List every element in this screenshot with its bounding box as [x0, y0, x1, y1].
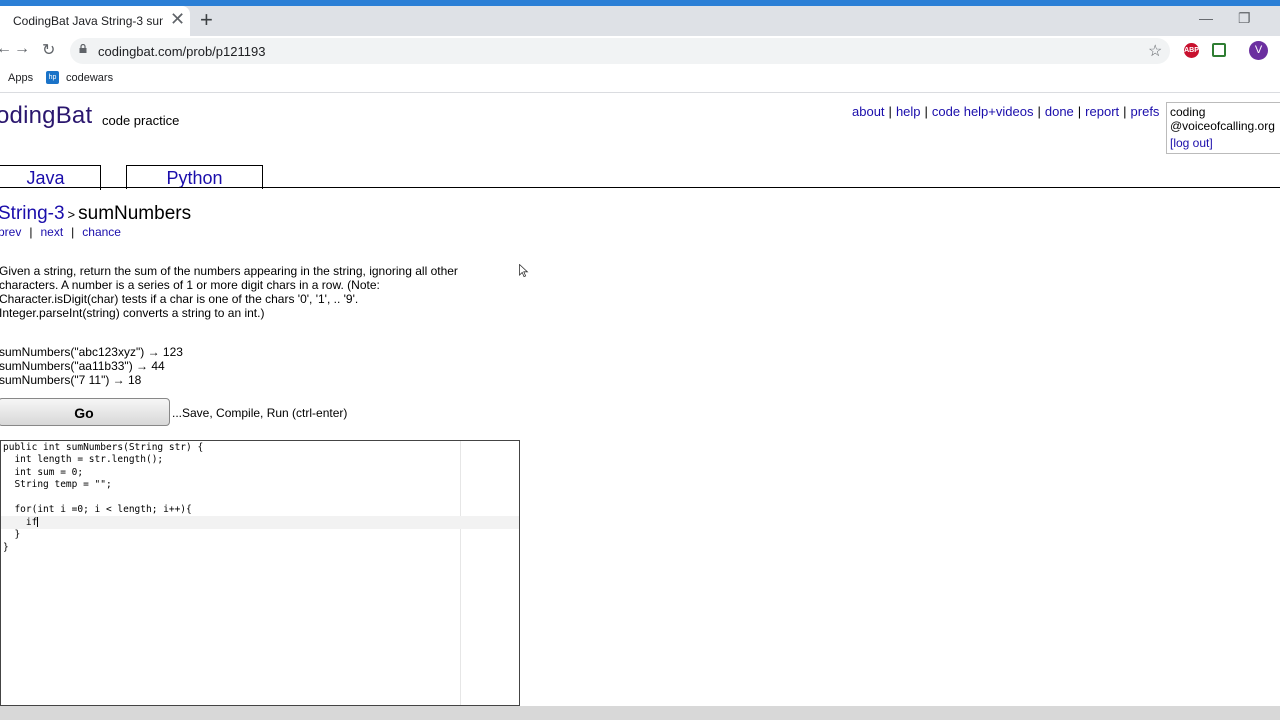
user-name-line1: coding — [1170, 105, 1206, 119]
active-line-highlight — [1, 516, 519, 529]
breadcrumb-category[interactable]: String-3 — [0, 203, 65, 224]
code-line[interactable]: public int sumNumbers(String str) { — [3, 442, 203, 453]
prefs-link[interactable]: prefs — [1131, 104, 1160, 119]
breadcrumb: String-3 > sumNumbers — [0, 203, 191, 225]
top-links: about | help | code help+videos | done | report |… — [852, 104, 1159, 119]
horizontal-scrollbar[interactable] — [0, 706, 1280, 720]
separator: | — [29, 225, 33, 239]
site-logo-subtitle: code practice — [102, 113, 180, 128]
code-line[interactable]: for(int i =0; i < length; i++){ — [3, 504, 191, 515]
separator: | — [924, 104, 928, 119]
done-link[interactable]: done — [1045, 104, 1074, 119]
problem-nav: prev | next | chance — [0, 225, 121, 239]
chance-link[interactable]: chance — [82, 225, 121, 239]
restore-icon[interactable]: ❐ — [1238, 10, 1251, 27]
next-link[interactable]: next — [40, 225, 63, 239]
text-caret — [37, 517, 38, 527]
code-line[interactable]: String temp = ""; — [3, 479, 111, 490]
user-name-line2: @voiceofcalling.org — [1170, 119, 1275, 133]
description-line: Character.isDigit(char) tests if a char … — [0, 292, 359, 306]
problem-description: Given a string, return the sum of the nu… — [0, 264, 509, 320]
tab-strip — [0, 6, 1280, 36]
description-line: characters. A number is a series of 1 or… — [0, 278, 380, 292]
code-help-link[interactable]: code help+videos — [932, 104, 1034, 119]
example-line: sumNumbers("abc123xyz") → 123 — [0, 345, 183, 359]
description-line: Given a string, return the sum of the nu… — [0, 264, 458, 278]
site-logo[interactable]: odingBat — [0, 102, 92, 130]
bookmark-apps[interactable]: Apps — [8, 72, 33, 84]
code-line[interactable]: int sum = 0; — [3, 467, 83, 478]
bookmark-codewars[interactable]: codewars — [66, 72, 113, 84]
avatar[interactable]: V — [1249, 41, 1268, 60]
back-arrow-icon[interactable]: ← — [0, 40, 12, 58]
code-line[interactable]: } — [3, 529, 20, 540]
prev-link[interactable]: prev — [0, 225, 21, 239]
logout-link[interactable]: [log out] — [1170, 136, 1213, 150]
breadcrumb-separator: > — [67, 207, 76, 222]
example-line: sumNumbers("7 11") → 18 — [0, 373, 142, 387]
code-line[interactable]: int length = str.length(); — [3, 454, 163, 465]
abp-icon[interactable]: ABP — [1184, 43, 1199, 58]
extension-icon[interactable] — [1212, 43, 1226, 57]
description-line: Integer.parseInt(string) converts a stri… — [0, 306, 265, 320]
reload-icon[interactable]: ↻ — [42, 40, 55, 60]
example-line: sumNumbers("aa11b33") → 44 — [0, 359, 165, 373]
print-margin-line — [460, 441, 461, 705]
lock-icon — [79, 44, 87, 53]
report-link[interactable]: report — [1085, 104, 1119, 119]
tab-title: CodingBat Java String-3 sumNum — [13, 14, 163, 28]
help-link[interactable]: help — [896, 104, 921, 119]
separator: | — [1037, 104, 1041, 119]
forward-arrow-icon[interactable]: → — [14, 40, 30, 58]
address-url[interactable]: codingbat.com/prob/p121193 — [98, 44, 265, 59]
separator: | — [1123, 104, 1127, 119]
page-title: sumNumbers — [78, 203, 192, 224]
tab-python[interactable]: Python — [126, 165, 263, 189]
separator: | — [888, 104, 892, 119]
about-link[interactable]: about — [852, 104, 885, 119]
separator: | — [1077, 104, 1082, 119]
hp-icon: hp — [46, 71, 59, 84]
tab-close-icon[interactable]: ✕ — [170, 9, 185, 30]
mouse-cursor-icon — [519, 264, 529, 278]
code-line[interactable]: } — [3, 542, 9, 553]
separator: | — [71, 225, 75, 239]
go-hint: ...Save, Compile, Run (ctrl-enter) — [172, 406, 348, 420]
go-button[interactable]: Go — [0, 398, 170, 426]
bookmarks-bar — [0, 66, 1280, 93]
tab-divider — [0, 187, 1280, 188]
star-icon[interactable]: ☆ — [1148, 41, 1162, 61]
minimize-icon[interactable]: — — [1199, 10, 1213, 26]
code-line[interactable]: if — [3, 517, 37, 528]
new-tab-icon[interactable]: + — [200, 7, 213, 33]
